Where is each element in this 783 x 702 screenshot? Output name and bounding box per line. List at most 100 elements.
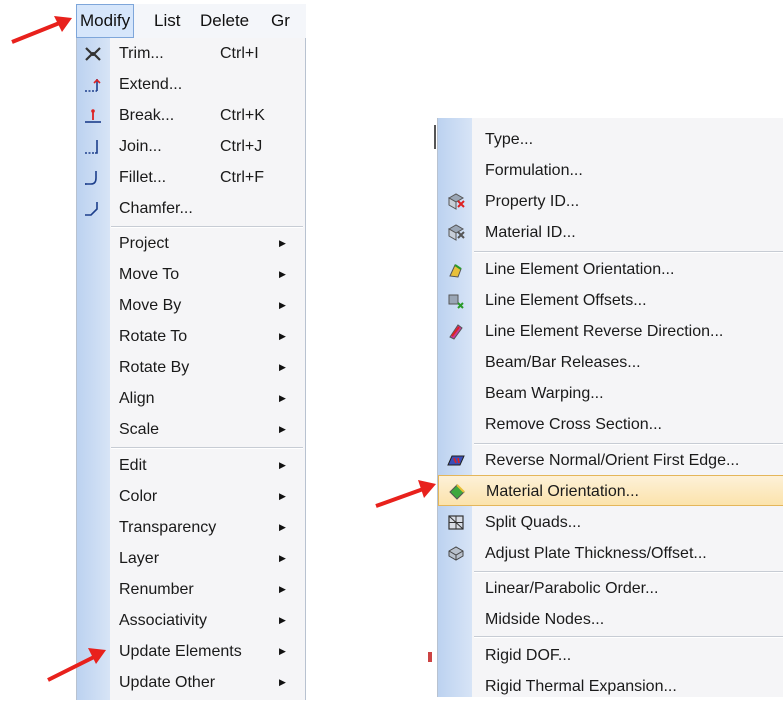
menu-item-reverse-normal[interactable]: Reverse Normal/Orient First Edge... (438, 445, 783, 476)
menubar-group[interactable]: Gr (271, 4, 290, 38)
menu-item-label: Fillet... (119, 169, 167, 186)
menu-item-label: Rigid DOF... (485, 647, 572, 664)
menu-item-project[interactable]: Project ▶ (77, 228, 305, 259)
menu-item-edit[interactable]: Edit ▶ (77, 450, 305, 481)
menu-item-midside-nodes[interactable]: Midside Nodes... (438, 604, 783, 635)
menu-item-label: Rotate By (119, 359, 190, 376)
menu-item-label: Extend... (119, 76, 183, 93)
menu-item-label: Transparency (119, 519, 217, 536)
menu-item-move-to[interactable]: Move To ▶ (77, 259, 305, 290)
menu-item-update-other[interactable]: Update Other ▶ (77, 667, 305, 698)
submenu-arrow-icon: ▶ (279, 331, 286, 341)
menu-item-line-element-reverse-direction[interactable]: Line Element Reverse Direction... (438, 316, 783, 347)
property-id-icon (447, 193, 465, 210)
menu-item-move-by[interactable]: Move By ▶ (77, 290, 305, 321)
menu-item-fillet[interactable]: Fillet... Ctrl+F (77, 162, 305, 193)
menu-bar: Modify List Delete Gr (76, 4, 306, 39)
menu-item-label: Split Quads... (485, 514, 582, 531)
menu-item-label: Join... (119, 138, 162, 155)
menu-item-label: Update Elements (119, 643, 242, 660)
menu-item-label: Trim... (119, 45, 164, 62)
menu-item-trim[interactable]: Trim... Ctrl+I (77, 38, 305, 69)
menu-separator (474, 636, 783, 638)
submenu-arrow-icon: ▶ (279, 393, 286, 403)
screen-artifact (428, 652, 432, 662)
modify-menu: Trim... Ctrl+I Extend... Break... Ctrl+K… (76, 38, 306, 700)
extend-icon (85, 78, 101, 92)
menu-item-property-id[interactable]: Property ID... (438, 186, 783, 217)
shortcut-label: Ctrl+I (220, 45, 259, 62)
plate-thickness-icon (448, 546, 464, 561)
menu-item-material-orientation[interactable]: Material Orientation... (438, 475, 783, 506)
menu-item-beam-bar-releases[interactable]: Beam/Bar Releases... (438, 347, 783, 378)
split-quads-icon (448, 515, 464, 530)
menu-item-adjust-plate-thickness[interactable]: Adjust Plate Thickness/Offset... (438, 538, 783, 569)
chamfer-icon (85, 202, 98, 216)
menu-item-rotate-by[interactable]: Rotate By ▶ (77, 352, 305, 383)
menu-item-label: Project (119, 235, 169, 252)
menu-item-split-quads[interactable]: Split Quads... (438, 507, 783, 538)
menu-item-chamfer[interactable]: Chamfer... (77, 193, 305, 224)
menu-item-label: Break... (119, 107, 175, 124)
menu-item-label: Material Orientation... (486, 483, 639, 500)
menu-item-label: Line Element Orientation... (485, 261, 675, 278)
menu-item-label: Beam Warping... (485, 385, 604, 402)
menu-item-label: Move To (119, 266, 180, 283)
submenu-arrow-icon: ▶ (279, 269, 286, 279)
menu-item-label: Associativity (119, 612, 208, 629)
menu-item-label: Renumber (119, 581, 194, 598)
menu-item-associativity[interactable]: Associativity ▶ (77, 605, 305, 636)
menu-item-update-elements[interactable]: Update Elements ▶ (77, 636, 305, 667)
menubar-modify[interactable]: Modify (76, 4, 135, 38)
shortcut-label: Ctrl+J (220, 138, 263, 155)
submenu-arrow-icon: ▶ (279, 238, 286, 248)
menu-item-linear-parabolic-order[interactable]: Linear/Parabolic Order... (438, 573, 783, 604)
menu-item-transparency[interactable]: Transparency ▶ (77, 512, 305, 543)
menu-item-rigid-dof[interactable]: Rigid DOF... (438, 640, 783, 671)
line-offsets-icon (448, 294, 464, 309)
trim-icon (85, 47, 101, 61)
menu-item-line-element-offsets[interactable]: Line Element Offsets... (438, 285, 783, 316)
window-edge (434, 125, 436, 149)
menu-item-label: Rigid Thermal Expansion... (485, 678, 677, 695)
submenu-arrow-icon: ▶ (279, 646, 286, 656)
menu-item-color[interactable]: Color ▶ (77, 481, 305, 512)
menu-item-beam-warping[interactable]: Beam Warping... (438, 378, 783, 409)
material-id-icon (447, 224, 465, 241)
submenu-arrow-icon: ▶ (279, 424, 286, 434)
menu-item-rotate-to[interactable]: Rotate To ▶ (77, 321, 305, 352)
menu-item-label: Edit (119, 457, 147, 474)
submenu-arrow-icon: ▶ (279, 460, 286, 470)
submenu-arrow-icon: ▶ (279, 615, 286, 625)
menu-item-rigid-thermal-expansion[interactable]: Rigid Thermal Expansion... (438, 671, 783, 702)
annotation-arrow-icon (47, 648, 106, 682)
submenu-arrow-icon: ▶ (279, 677, 286, 687)
menu-item-label: Beam/Bar Releases... (485, 354, 641, 371)
menu-item-label: Linear/Parabolic Order... (485, 580, 659, 597)
menubar-list[interactable]: List (154, 4, 180, 38)
menu-item-remove-cross-section[interactable]: Remove Cross Section... (438, 409, 783, 440)
menu-item-renumber[interactable]: Renumber ▶ (77, 574, 305, 605)
menu-item-extend[interactable]: Extend... (77, 69, 305, 100)
menu-item-material-id[interactable]: Material ID... (438, 217, 783, 248)
submenu-arrow-icon: ▶ (279, 553, 286, 563)
menu-item-formulation[interactable]: Formulation... (438, 155, 783, 186)
menu-item-type[interactable]: Type... (438, 124, 783, 155)
menu-item-line-element-orientation[interactable]: Line Element Orientation... (438, 254, 783, 285)
fillet-icon (85, 171, 97, 185)
menu-item-break[interactable]: Break... Ctrl+K (77, 100, 305, 131)
menu-item-scale[interactable]: Scale ▶ (77, 414, 305, 445)
line-orientation-icon (449, 264, 462, 278)
submenu-arrow-icon: ▶ (279, 584, 286, 594)
menu-item-label: Reverse Normal/Orient First Edge... (485, 452, 740, 469)
reverse-normal-icon (447, 455, 465, 466)
menu-item-align[interactable]: Align ▶ (77, 383, 305, 414)
menu-separator (474, 251, 783, 253)
menu-item-label: Remove Cross Section... (485, 416, 662, 433)
join-icon (85, 140, 98, 154)
menu-item-layer[interactable]: Layer ▶ (77, 543, 305, 574)
menubar-delete[interactable]: Delete (200, 4, 249, 38)
menu-item-label: Property ID... (485, 193, 580, 210)
menu-item-join[interactable]: Join... Ctrl+J (77, 131, 305, 162)
menu-item-label: Midside Nodes... (485, 611, 605, 628)
